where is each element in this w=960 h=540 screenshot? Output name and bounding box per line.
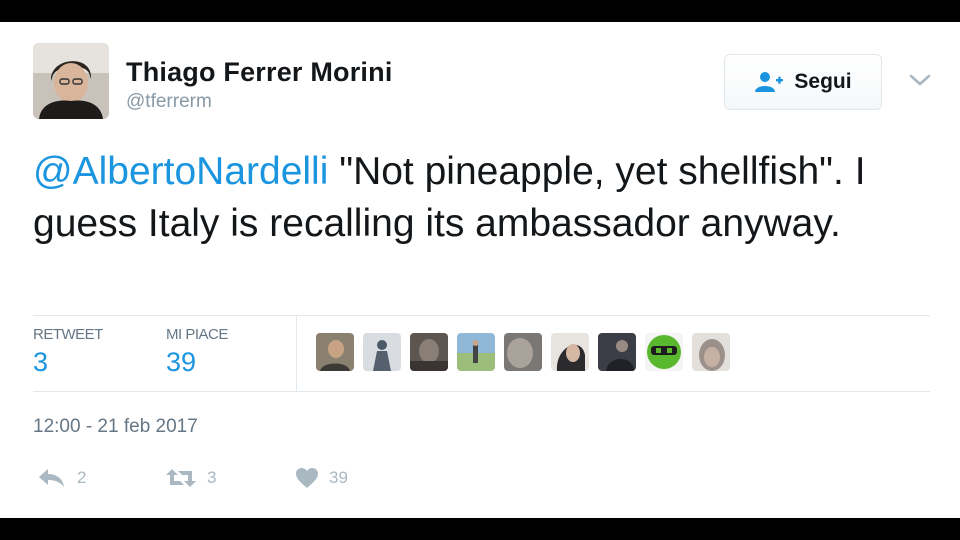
author-handle[interactable]: @tferrerm [126,91,212,113]
liker-avatar-6[interactable] [551,333,589,371]
retweet-stat[interactable]: RETWEET 3 [33,326,103,378]
likes-stat-count: 39 [166,347,197,377]
retweet-icon [166,469,196,487]
tweet-text: @AlbertoNardelli "Not pineapple, yet she… [33,146,938,250]
follow-button-label: Segui [794,70,852,93]
chevron-down-icon[interactable] [908,72,932,88]
like-count: 39 [329,468,348,487]
add-user-icon [755,72,784,92]
stats-divider-bottom [33,391,930,392]
liker-avatar-5[interactable] [504,333,542,371]
reply-button[interactable]: 2 [37,467,86,489]
stats-divider-top [33,315,930,316]
retweet-count: 3 [207,468,217,487]
author-avatar[interactable] [33,43,109,119]
tweet-card: Thiago Ferrer Morini @tferrerm Segui @Al… [0,22,960,518]
retweet-stat-count: 3 [33,347,49,377]
liker-avatar-2[interactable] [363,333,401,371]
retweet-stat-label: RETWEET [33,326,103,343]
follow-button[interactable]: Segui [724,54,882,110]
stats-vertical-divider [296,316,297,391]
liker-avatar-4[interactable] [457,333,495,371]
likes-stat-label: MI PIACE [166,326,228,343]
liker-avatar-8[interactable] [645,333,683,371]
liker-avatar-9[interactable] [692,333,730,371]
heart-icon [296,468,318,488]
likers-list [316,333,730,371]
liker-avatar-1[interactable] [316,333,354,371]
likes-stat[interactable]: MI PIACE 39 [166,326,228,378]
retweet-button[interactable]: 3 [165,467,216,489]
tweet-timestamp[interactable]: 12:00 - 21 feb 2017 [33,416,198,438]
reply-count: 2 [77,468,87,487]
mention-link[interactable]: @AlbertoNardelli [33,150,328,193]
liker-avatar-3[interactable] [410,333,448,371]
like-button[interactable]: 39 [295,467,348,489]
reply-icon [39,469,64,487]
liker-avatar-7[interactable] [598,333,636,371]
author-name[interactable]: Thiago Ferrer Morini [126,57,393,88]
